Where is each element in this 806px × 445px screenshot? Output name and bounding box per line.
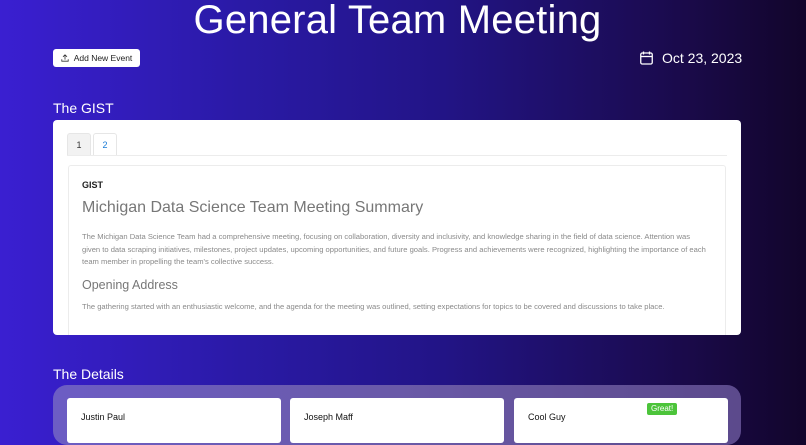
add-new-event-label: Add New Event bbox=[73, 53, 133, 63]
person-name: Justin Paul bbox=[81, 412, 126, 422]
tab-divider bbox=[67, 155, 727, 156]
person-card[interactable]: Justin Paul bbox=[67, 398, 281, 443]
summary-body: The Michigan Data Science Team had a com… bbox=[82, 232, 706, 266]
tab-1[interactable]: 1 bbox=[67, 133, 91, 155]
person-name: Cool Guy bbox=[528, 412, 566, 422]
gist-label: GIST bbox=[82, 180, 104, 190]
details-section-heading: The Details bbox=[53, 366, 124, 382]
person-card[interactable]: Joseph Maff bbox=[290, 398, 504, 443]
upload-icon bbox=[61, 54, 69, 62]
page-title: General Team Meeting bbox=[193, 0, 602, 42]
gist-tabs: 1 2 bbox=[67, 133, 117, 155]
person-name: Joseph Maff bbox=[304, 412, 353, 422]
meeting-date: Oct 23, 2023 bbox=[640, 50, 742, 66]
gist-panel: GIST Michigan Data Science Team Meeting … bbox=[68, 165, 726, 335]
person-card[interactable]: Cool Guy bbox=[514, 398, 728, 443]
summary-title: Michigan Data Science Team Meeting Summa… bbox=[82, 199, 424, 216]
gist-card: 1 2 GIST Michigan Data Science Team Meet… bbox=[53, 120, 741, 335]
tab-2[interactable]: 2 bbox=[93, 133, 117, 155]
calendar-icon bbox=[640, 51, 653, 65]
opening-address-body: The gathering started with an enthusiast… bbox=[82, 302, 665, 311]
details-panel: Justin Paul Joseph Maff Cool Guy bbox=[53, 385, 741, 445]
gist-section-heading: The GIST bbox=[53, 100, 114, 116]
date-text: Oct 23, 2023 bbox=[662, 50, 743, 66]
opening-address-title: Opening Address bbox=[82, 278, 178, 292]
add-new-event-button[interactable]: Add New Event bbox=[53, 49, 140, 67]
great-badge: Great! bbox=[647, 403, 678, 415]
